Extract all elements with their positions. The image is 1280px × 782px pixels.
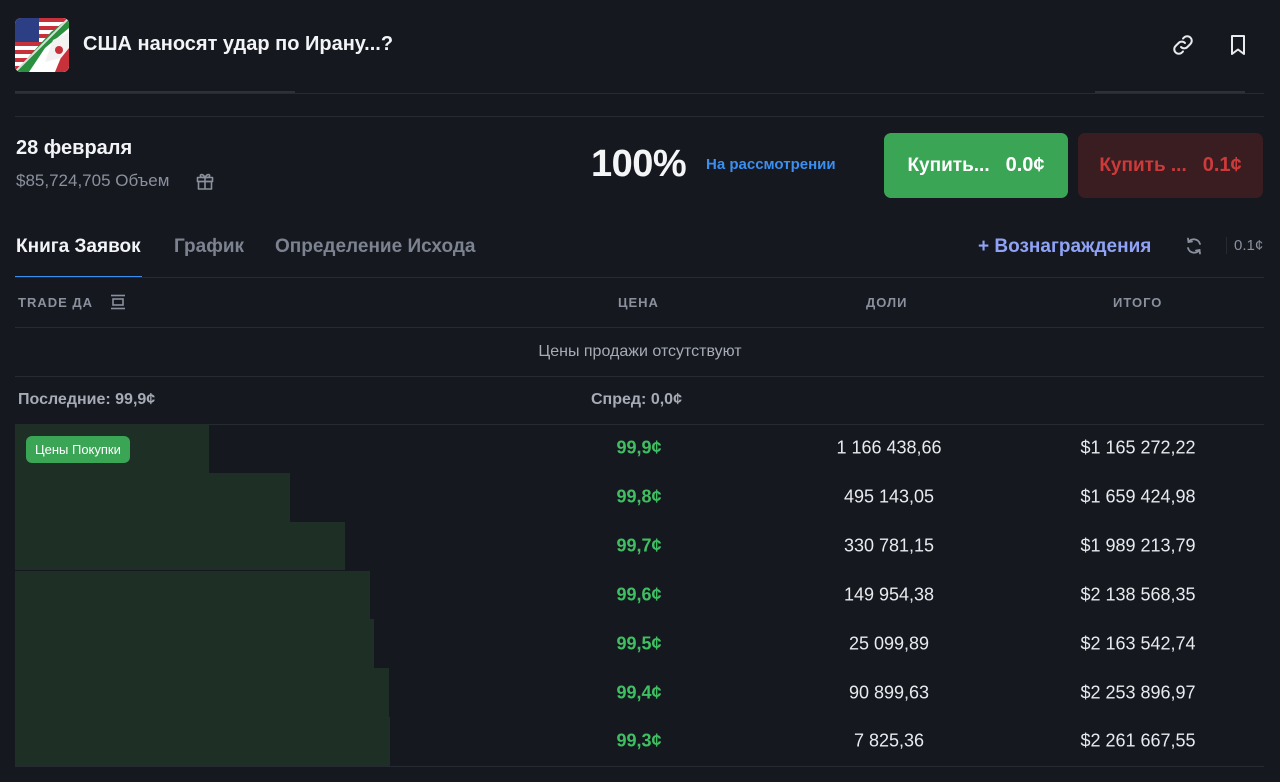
bid-total: $1 659 424,98: [1080, 486, 1196, 507]
col-header-shares: ДОЛИ: [866, 295, 908, 310]
buy-no-button[interactable]: Купить ... 0.1¢: [1078, 133, 1263, 198]
bid-shares: 149 954,38: [843, 584, 935, 605]
link-icon[interactable]: [1171, 33, 1195, 57]
bottom-divider: [15, 766, 1264, 767]
bid-row[interactable]: 99,9¢ 1 166 438,66 $1 165 272,22: [15, 424, 1264, 473]
bids-badge: Цены Покупки: [26, 436, 130, 463]
bid-total: $2 261 667,55: [1080, 730, 1196, 751]
bid-shares: 25 099,89: [848, 633, 930, 654]
bid-shares: 7 825,36: [853, 730, 925, 751]
header-divider: [15, 93, 1264, 94]
depth-bar: [15, 619, 374, 669]
col-header-trade: TRADE ДА: [18, 295, 94, 310]
tick-size-select[interactable]: 0.1¢: [1226, 237, 1263, 254]
refresh-icon[interactable]: [1184, 236, 1204, 256]
depth-bar: [15, 570, 370, 620]
bid-total: $1 989 213,79: [1080, 535, 1196, 556]
bid-price: 99,5¢: [616, 633, 662, 654]
buy-yes-label: Купить...: [907, 154, 990, 176]
depth-bar: [15, 472, 291, 522]
col-header-price: ЦЕНА: [618, 295, 659, 310]
tab-resolution[interactable]: Определение Исхода: [275, 236, 476, 258]
buy-yes-button[interactable]: Купить... 0.0¢: [884, 133, 1068, 198]
header-row-divider: [15, 327, 1264, 328]
bid-total: $1 165 272,22: [1080, 437, 1196, 458]
bid-price: 99,8¢: [616, 486, 662, 507]
col-header-total: ИТОГО: [1113, 295, 1163, 310]
bid-total: $2 163 542,74: [1080, 633, 1196, 654]
buy-no-label: Купить ...: [1099, 154, 1187, 176]
spread: Спред: 0,0¢: [591, 391, 682, 408]
gift-icon[interactable]: [195, 171, 215, 191]
market-header: США наносят удар по Ирану...?: [0, 0, 1280, 93]
bid-row[interactable]: 99,7¢ 330 781,15 $1 989 213,79: [15, 521, 1264, 571]
tab-order-book[interactable]: Книга Заявок: [16, 236, 141, 258]
rewards-button[interactable]: + Вознаграждения: [978, 236, 1151, 258]
bid-shares: 90 899,63: [848, 682, 930, 703]
bid-row[interactable]: 99,6¢ 149 954,38 $2 138 568,35: [15, 570, 1264, 620]
layers-icon[interactable]: [109, 293, 127, 311]
market-volume: $85,724,705 Объем: [16, 171, 170, 190]
buy-no-price: 0.1¢: [1202, 154, 1242, 176]
bid-total: $2 138 568,35: [1080, 584, 1196, 605]
section-divider: [15, 116, 1264, 117]
buy-yes-price: 0.0¢: [1005, 154, 1045, 176]
tab-chart[interactable]: График: [174, 236, 244, 258]
bid-shares: 495 143,05: [843, 486, 935, 507]
last-price: Последние: 99,9¢: [18, 391, 156, 408]
market-date: 28 февраля: [16, 137, 133, 159]
bid-price: 99,9¢: [616, 437, 662, 458]
bid-row[interactable]: 99,3¢ 7 825,36 $2 261 667,55: [15, 717, 1264, 766]
status-badge: На рассмотрении: [706, 156, 836, 173]
bid-price: 99,4¢: [616, 682, 662, 703]
bid-price: 99,6¢: [616, 584, 662, 605]
asks-divider: [15, 376, 1264, 377]
depth-bar: [15, 668, 389, 717]
depth-bar: [15, 521, 345, 571]
depth-bar: [15, 717, 390, 766]
bid-row[interactable]: 99,4¢ 90 899,63 $2 253 896,97: [15, 668, 1264, 717]
outcome-percent: 100%: [591, 143, 687, 185]
bid-row[interactable]: 99,8¢ 495 143,05 $1 659 424,98: [15, 472, 1264, 522]
market-title: США наносят удар по Ирану...?: [83, 33, 394, 55]
market-flag-icon: [15, 18, 69, 72]
bookmark-icon[interactable]: [1226, 33, 1250, 57]
tabs-divider: [15, 277, 1264, 278]
bid-total: $2 253 896,97: [1080, 682, 1196, 703]
bid-shares: 330 781,15: [843, 535, 935, 556]
bid-row[interactable]: 99,5¢ 25 099,89 $2 163 542,74: [15, 619, 1264, 669]
bid-shares: 1 166 438,66: [836, 437, 942, 458]
bid-price: 99,3¢: [616, 730, 662, 751]
no-asks-message: Цены продажи отсутствуют: [538, 343, 742, 360]
bid-price: 99,7¢: [616, 535, 662, 556]
